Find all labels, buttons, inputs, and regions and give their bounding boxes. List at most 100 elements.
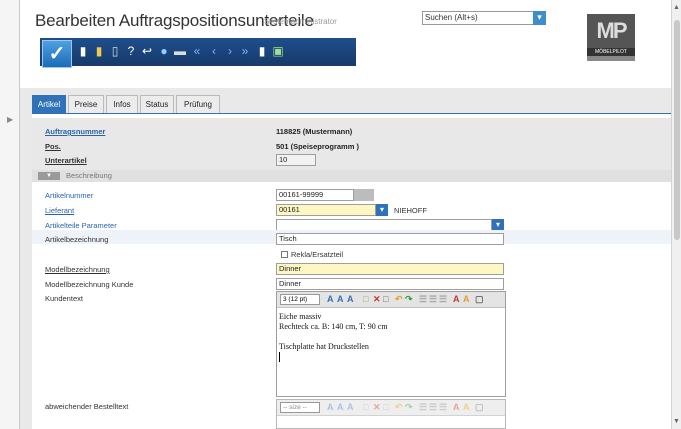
last-record-icon[interactable]: » [238,44,252,58]
copy-document-icon[interactable]: ▮ [94,44,104,58]
new-document-icon[interactable]: ▮ [78,44,88,58]
kundentext-label: Kundentext [45,294,83,303]
tab-preise[interactable]: Preise [68,95,104,113]
highlight-color-icon[interactable]: A [463,402,470,413]
bezeichnung-field[interactable]: Tisch [276,233,504,245]
delete-icon[interactable]: ✕ [373,402,381,413]
search-zoom-icon[interactable]: ● [158,44,170,58]
text-cursor [279,352,280,362]
back-arrow-icon[interactable]: ↩ [140,44,154,58]
kundentext-content[interactable]: Eiche massiv Rechteck ca. B: 140 cm, T: … [279,312,388,352]
cut-icon[interactable]: □ [363,294,368,305]
box-icon[interactable]: ▢ [475,294,484,305]
parameter-label: Artikelteile Parameter [45,221,117,230]
search-dropdown-icon[interactable]: ▾ [533,11,546,25]
delete-icon[interactable]: ✕ [373,294,381,305]
bestelltext-editor[interactable]: -- size -- A A A □ ✕ □ ↶ ↷ ☰ ☰ ☰ A A ▢ [276,399,506,429]
scroll-up-icon[interactable]: ▲ [673,4,680,11]
logo-underline [587,56,635,61]
report-icon[interactable]: ▮ [256,44,268,58]
first-record-icon[interactable]: « [190,44,204,58]
search-input[interactable]: Suchen (Alt+s) [422,11,546,25]
font-size-icon[interactable]: A [347,402,354,413]
lieferant-name: NIEHOFF [394,206,427,215]
vertical-scrollbar[interactable]: ▲ ▼ [671,0,681,429]
auftragsnummer-value: 118825 (Mustermann) [276,127,353,136]
text-color-icon[interactable]: A [453,402,460,413]
tab-status[interactable]: Status [140,95,174,113]
artikel-lookup-buttons[interactable] [354,189,374,201]
text-color-icon[interactable]: A [453,294,460,305]
modell-label[interactable]: Modellbezeichnung [45,265,110,274]
tab-artikel[interactable]: Artikel [32,95,66,113]
kundentext-editor[interactable]: 3 (12 pt) A A A □ ✕ □ ↶ ↷ ☰ ☰ ☰ A A ▢ Ei… [276,291,506,397]
cut-icon[interactable]: □ [363,402,368,413]
bestelltext-label: abweichender Bestelltext [45,402,129,411]
rekla-label: Rekla/Ersatzteil [291,250,344,259]
ok-check-icon[interactable]: ✓ [42,40,72,68]
modell-kunde-field[interactable]: Dinner [276,278,504,290]
logo-brand: MÖBELPILOT [587,48,635,56]
previous-record-icon[interactable]: ‹ [208,44,220,58]
editor-toolbar: 3 (12 pt) A A A □ ✕ □ ↶ ↷ ☰ ☰ ☰ A A ▢ [277,292,505,308]
pos-value: 501 (Speiseprogramm ) [276,142,359,151]
image-icon[interactable]: ▣ [272,44,284,58]
undo-icon[interactable]: ↶ [395,294,403,305]
print-icon[interactable]: ▬ [174,44,186,58]
help-question-icon[interactable]: ? [126,44,136,58]
artikelnummer-label: Artikelnummer [45,191,94,200]
clipboard-icon[interactable]: □ [383,402,388,413]
align-icon[interactable]: ☰ [439,402,447,413]
tab-pruefung[interactable]: Prüfung [176,95,220,113]
form-content: Auftragsnummer 118825 (Mustermann) Pos. … [32,114,671,429]
scroll-down-icon[interactable]: ▼ [673,418,680,425]
redo-icon[interactable]: ↷ [405,402,413,413]
tab-infos[interactable]: Infos [106,95,138,113]
clipboard-icon[interactable]: □ [383,294,388,305]
auftragsnummer-label[interactable]: Auftragsnummer [45,127,105,136]
chevron-down-icon[interactable]: ▼ [38,172,60,180]
pos-label[interactable]: Pos. [45,142,61,151]
box-icon[interactable]: ▢ [475,402,484,413]
font-size-icon[interactable]: A [337,402,344,413]
font-size-icon[interactable]: A [327,294,334,305]
font-size-icon[interactable]: A [347,294,354,305]
bezeichnung-label: Artikelbezeichnung [45,235,109,244]
align-icon[interactable]: ☰ [419,402,427,413]
artikelnummer-field[interactable]: 00161-99999 [276,189,354,201]
highlight-color-icon[interactable]: A [463,294,470,305]
align-icon[interactable]: ☰ [429,294,437,305]
undo-icon[interactable]: ↶ [395,402,403,413]
unterartikel-label[interactable]: Unterartikel [45,156,87,165]
font-size-select[interactable]: 3 (12 pt) [280,294,320,305]
font-size-select[interactable]: -- size -- [280,402,320,413]
scroll-thumb[interactable] [674,20,680,240]
font-size-icon[interactable]: A [327,402,334,413]
align-icon[interactable]: ☰ [439,294,447,305]
lieferant-search-icon[interactable]: ▾ [376,204,388,216]
lieferant-field[interactable]: 00161 [276,204,376,216]
align-icon[interactable]: ☰ [429,402,437,413]
left-collapse-strip[interactable]: ▶ [0,0,20,429]
action-toolbar: ✓ ▮ ▮ ▯ ? ↩ ● ▬ « ‹ › » ▮ ▣ [40,38,356,68]
text-line: Rechteck ca. B: 140 cm, T: 90 cm [279,322,388,331]
unterartikel-field[interactable]: 10 [276,154,316,166]
next-record-icon[interactable]: › [224,44,236,58]
expand-arrow-icon[interactable]: ▶ [7,115,13,124]
text-line: Eiche massiv [279,312,322,321]
user-name: Systemadministrator [264,17,337,26]
font-size-icon[interactable]: A [337,294,344,305]
editor-toolbar-disabled: -- size -- A A A □ ✕ □ ↶ ↷ ☰ ☰ ☰ A A ▢ [277,400,505,416]
section-beschreibung[interactable]: ▼ Beschreibung [32,170,671,182]
section-title: Beschreibung [66,171,112,180]
logo-mark: MP [587,14,635,48]
modell-field[interactable]: Dinner [276,263,504,275]
company-logo: MP MÖBELPILOT [587,14,635,62]
lieferant-label[interactable]: Lieferant [45,206,74,215]
delete-trash-icon[interactable]: ▯ [110,44,120,58]
redo-icon[interactable]: ↷ [405,294,413,305]
text-line: Tischplatte hat Druckstellen [279,342,369,351]
align-icon[interactable]: ☰ [419,294,427,305]
rekla-checkbox[interactable] [281,251,288,258]
app-window: ▶ ▲ ▼ Bearbeiten Auftragspositionsuntert… [0,0,681,429]
